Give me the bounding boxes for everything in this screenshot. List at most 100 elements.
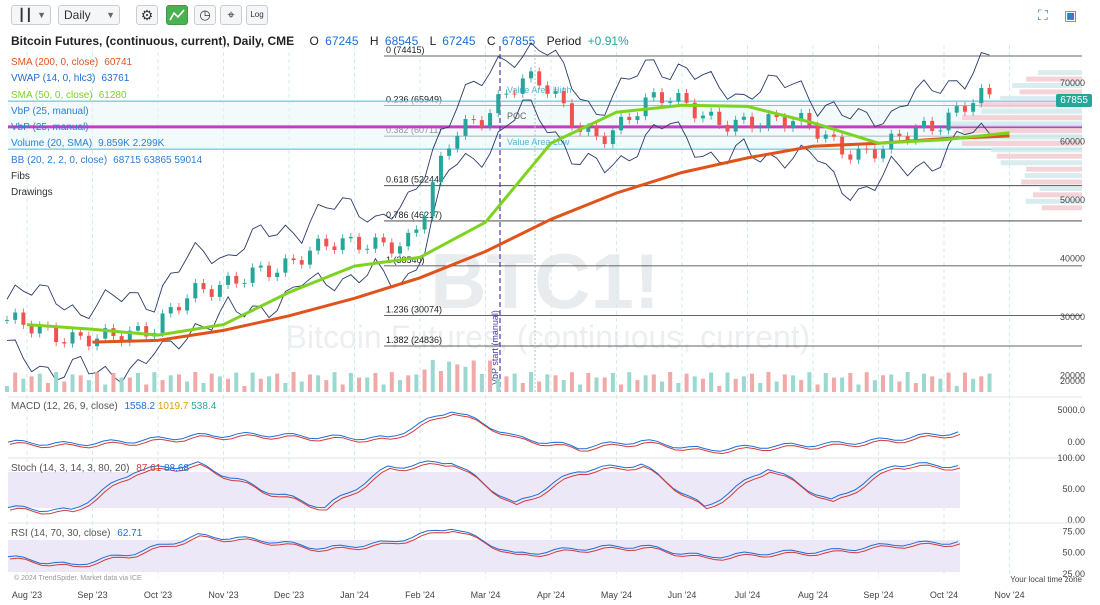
- candle-body: [766, 114, 771, 128]
- x-tick-label: Jun '24: [668, 590, 697, 600]
- stoch-tick: 100.00: [1057, 453, 1085, 463]
- candle-body: [307, 250, 312, 265]
- candle-body: [717, 111, 722, 125]
- volume-bar: [86, 380, 91, 392]
- volume-bar: [193, 372, 198, 392]
- candle-body: [447, 148, 452, 156]
- candle-body: [430, 182, 435, 217]
- candle-body: [201, 283, 206, 290]
- candle-body: [414, 229, 419, 233]
- vbp-bar: [1041, 205, 1082, 211]
- candle-body: [365, 248, 370, 250]
- candle-body: [529, 71, 533, 79]
- candle-body: [217, 284, 222, 297]
- macd-tick: 5000.0: [1057, 405, 1085, 415]
- x-tick-label: Feb '24: [405, 590, 435, 600]
- volume-bar: [750, 373, 755, 392]
- volume-bar: [520, 382, 525, 392]
- candle-body: [463, 119, 468, 136]
- timezone-label[interactable]: Your local time zone: [1010, 575, 1082, 584]
- legend-label: VWAP (14, 0, hlc3): [11, 73, 96, 85]
- volume-bar: [627, 372, 632, 392]
- volume-bar: [160, 380, 165, 392]
- candle-body: [758, 127, 763, 129]
- volume-bar: [610, 373, 615, 392]
- legend-item[interactable]: SMA (50, 0, close) 61280: [11, 88, 202, 104]
- candle-body: [193, 283, 198, 299]
- legend-item[interactable]: Fibs: [11, 169, 202, 185]
- candle-body: [750, 116, 755, 129]
- volume-bar: [144, 384, 149, 392]
- volume-bar: [676, 383, 681, 392]
- volume-bar: [741, 376, 746, 392]
- legend-label: SMA (50, 0, close): [11, 89, 93, 101]
- vbp-bar: [981, 108, 1082, 114]
- volume-bar: [717, 385, 722, 392]
- rsi-legend: RSI (14, 70, 30, close) 62.71: [11, 528, 142, 539]
- volume-bar: [234, 372, 239, 392]
- legend-item[interactable]: BB (20, 2, 2, 0, close) 68715 63865 59014: [11, 153, 202, 169]
- candle-body: [398, 246, 402, 254]
- volume-bar: [111, 372, 116, 392]
- candle-body: [324, 238, 329, 247]
- volume-bar: [488, 360, 493, 392]
- volume-bar: [725, 372, 730, 392]
- legend-item[interactable]: VbP (25, manual): [11, 104, 202, 120]
- volume-bar: [962, 372, 967, 392]
- macd-value-3: 538.4: [191, 401, 217, 412]
- candle-body: [930, 120, 935, 131]
- candle-body: [267, 265, 271, 278]
- volume-bar: [831, 377, 836, 392]
- volume-bar: [897, 381, 902, 392]
- volume-bar: [545, 374, 550, 392]
- legend-item[interactable]: Volume (20, SMA) 9.859K 2.299K: [11, 136, 202, 152]
- legend-label: SMA (200, 0, close): [11, 57, 99, 68]
- volume-bar: [799, 380, 804, 392]
- volume-bar: [95, 372, 100, 392]
- candle-body: [676, 92, 681, 102]
- legend-value: 63761: [101, 73, 130, 85]
- candle-body: [136, 326, 140, 331]
- candle-body: [791, 121, 795, 128]
- volume-bar: [324, 380, 329, 392]
- legend-item[interactable]: Drawings: [11, 185, 202, 201]
- volume-bar: [586, 372, 591, 392]
- indicator-legend: SMA (200, 0, close) 60741 VWAP (14, 0, hlc…: [11, 55, 202, 202]
- volume-bar: [594, 377, 599, 392]
- legend-item[interactable]: VbP (25, manual): [11, 120, 202, 136]
- candle-body: [226, 275, 231, 285]
- volume-bar: [692, 376, 697, 392]
- volume-bar: [946, 372, 951, 392]
- vbp-bar: [1039, 185, 1082, 191]
- y-tick-label: 70000: [1060, 78, 1085, 88]
- volume-bar: [103, 384, 108, 392]
- legend-label: VbP (25, manual): [11, 105, 89, 117]
- candle-body: [962, 106, 967, 112]
- rsi-tick: 75.00: [1062, 526, 1085, 536]
- volume-bar: [954, 385, 959, 392]
- candle-body: [946, 112, 951, 131]
- volume-bar: [561, 380, 566, 392]
- y-tick-label: 50000: [1060, 195, 1085, 205]
- volume-bar: [864, 372, 869, 392]
- candle-body: [471, 119, 476, 121]
- legend-item[interactable]: VWAP (14, 0, hlc3) 63761: [11, 71, 202, 87]
- last-price-tag: 67855: [1056, 94, 1092, 107]
- candle-body: [660, 92, 664, 103]
- legend-item[interactable]: SMA (200, 0, close) 60741: [11, 55, 202, 71]
- candle-body: [831, 134, 836, 137]
- x-tick-label: Jan '24: [340, 590, 369, 600]
- candle-body: [504, 93, 509, 95]
- volume-bar: [635, 380, 640, 392]
- candle-body: [406, 232, 411, 247]
- volume-bar: [668, 372, 673, 392]
- stoch-value-2: 88.68: [164, 463, 190, 474]
- legend-value: 60741: [104, 57, 133, 68]
- poc-label: POC: [507, 111, 527, 121]
- volume-bar: [414, 374, 419, 392]
- volume-bar: [643, 375, 648, 392]
- volume-bar: [840, 377, 845, 392]
- volume-bar: [176, 374, 181, 392]
- x-tick-label: Mar '24: [471, 590, 501, 600]
- volume-bar: [660, 381, 664, 392]
